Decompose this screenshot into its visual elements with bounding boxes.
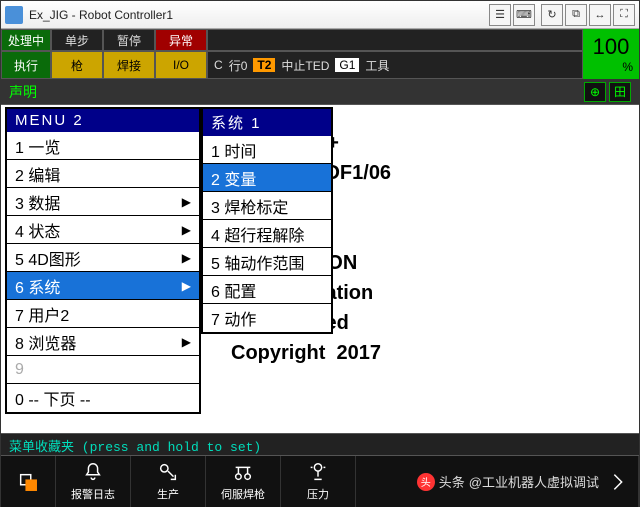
status-exec[interactable]: 执行 [1, 51, 51, 79]
section-header: 声明 ⊕ 田 [1, 79, 639, 105]
tb-icon-1[interactable]: ☰ [489, 4, 511, 26]
content-area: Tool+ 7DF1/06 PORATION Corporation Reser… [1, 105, 639, 433]
status-gun[interactable]: 枪 [51, 51, 103, 79]
watermark-icon: 头 [417, 473, 435, 491]
bell-icon [82, 461, 104, 483]
main-menu-title: MENU 2 [7, 109, 199, 132]
main-menu-item-9: 9 [7, 356, 199, 384]
titlebar[interactable]: Ex_JIG - Robot Controller1 ☰ ⌨ ↻ ⧉ ↔ ⛶ [1, 1, 639, 29]
speed-pct: % [622, 60, 633, 74]
next-page-button[interactable] [597, 456, 639, 507]
bottom-bar: 报警日志 生产 伺服焊枪 压力 头 头条 @工业机器人虚拟调试 [1, 455, 639, 507]
status-g1: G1 [335, 58, 359, 72]
status-pause[interactable]: 暂停 [103, 29, 155, 51]
pressure-button[interactable]: 压力 [281, 456, 356, 507]
status-io[interactable]: I/O [155, 51, 207, 79]
status-lineno: 行0 [229, 57, 248, 74]
production-icon [157, 461, 179, 483]
app-icon [5, 6, 23, 24]
pressure-label: 压力 [307, 486, 329, 502]
alarm-log-label: 报警日志 [71, 486, 115, 502]
system-submenu-item-7[interactable]: 7 动作 [203, 304, 331, 332]
section-label: 声明 [9, 82, 37, 102]
status-empty-row [207, 29, 583, 51]
status-stop: 中止TED [281, 57, 329, 74]
submenu-arrow-icon: ▶ [182, 195, 191, 209]
nav-home-button[interactable] [1, 456, 56, 507]
tb-icon-3[interactable]: ↻ [541, 4, 563, 26]
servo-gun-icon [232, 461, 254, 483]
main-menu-item-7[interactable]: 7 用户2 [7, 300, 199, 328]
status-step[interactable]: 单步 [51, 29, 103, 51]
system-submenu-item-1[interactable]: 1 时间 [203, 136, 331, 164]
zoom-in-icon[interactable]: ⊕ [584, 82, 606, 102]
main-menu-item-0[interactable]: 0 -- 下页 -- [7, 384, 199, 412]
submenu-arrow-icon: ▶ [182, 335, 191, 349]
system-submenu-item-4[interactable]: 4 超行程解除 [203, 220, 331, 248]
status-c: C [214, 58, 223, 72]
tb-icon-2[interactable]: ⌨ [513, 4, 535, 26]
chevron-right-icon [607, 471, 629, 493]
tb-icon-4[interactable]: ⧉ [565, 4, 587, 26]
speed-num: 100 [593, 34, 630, 60]
main-menu[interactable]: MENU 2 1 一览2 编辑3 数据▶4 状态▶5 4D图形▶6 系统▶7 用… [5, 107, 201, 414]
panel-icon[interactable]: 田 [609, 82, 631, 102]
window-title: Ex_JIG - Robot Controller1 [29, 8, 483, 22]
system-submenu-title: 系统 1 [203, 109, 331, 136]
status-abnormal[interactable]: 异常 [155, 29, 207, 51]
main-menu-item-6[interactable]: 6 系统▶ [7, 272, 199, 300]
status-weld[interactable]: 焊接 [103, 51, 155, 79]
submenu-arrow-icon: ▶ [182, 279, 191, 293]
main-menu-item-4[interactable]: 4 状态▶ [7, 216, 199, 244]
status-toolstrip: 处理中 执行 单步 枪 暂停 焊接 异常 I/O C 行0 T2 中止TED G… [1, 29, 639, 79]
system-submenu-item-2[interactable]: 2 变量 [203, 164, 331, 192]
main-menu-item-3[interactable]: 3 数据▶ [7, 188, 199, 216]
main-menu-item-1[interactable]: 1 一览 [7, 132, 199, 160]
status-tool: 工具 [365, 57, 389, 74]
pressure-icon [307, 461, 329, 483]
main-menu-item-5[interactable]: 5 4D图形▶ [7, 244, 199, 272]
alarm-log-button[interactable]: 报警日志 [56, 456, 131, 507]
main-menu-item-2[interactable]: 2 编辑 [7, 160, 199, 188]
servo-gun-label: 伺服焊枪 [221, 486, 265, 502]
submenu-arrow-icon: ▶ [182, 251, 191, 265]
speed-override[interactable]: 100 % [583, 29, 639, 79]
overlap-icon [17, 471, 39, 493]
favorites-bar[interactable]: 菜单收藏夹 (press and hold to set) [1, 433, 639, 455]
servo-gun-button[interactable]: 伺服焊枪 [206, 456, 281, 507]
system-submenu-item-6[interactable]: 6 配置 [203, 276, 331, 304]
system-submenu-item-5[interactable]: 5 轴动作范围 [203, 248, 331, 276]
status-t2: T2 [253, 58, 275, 72]
tb-icon-5[interactable]: ↔ [589, 4, 611, 26]
status-line-info: C 行0 T2 中止TED G1 工具 [207, 51, 583, 79]
tb-icon-6[interactable]: ⛶ [613, 4, 635, 26]
system-submenu-item-3[interactable]: 3 焊枪标定 [203, 192, 331, 220]
watermark: 头 头条 @工业机器人虚拟调试 [417, 472, 599, 491]
system-submenu[interactable]: 系统 1 1 时间2 变量3 焊枪标定4 超行程解除5 轴动作范围6 配置7 动… [201, 107, 333, 334]
main-menu-item-8[interactable]: 8 浏览器▶ [7, 328, 199, 356]
production-button[interactable]: 生产 [131, 456, 206, 507]
production-label: 生产 [157, 486, 179, 502]
submenu-arrow-icon: ▶ [182, 223, 191, 237]
status-processing[interactable]: 处理中 [1, 29, 51, 51]
